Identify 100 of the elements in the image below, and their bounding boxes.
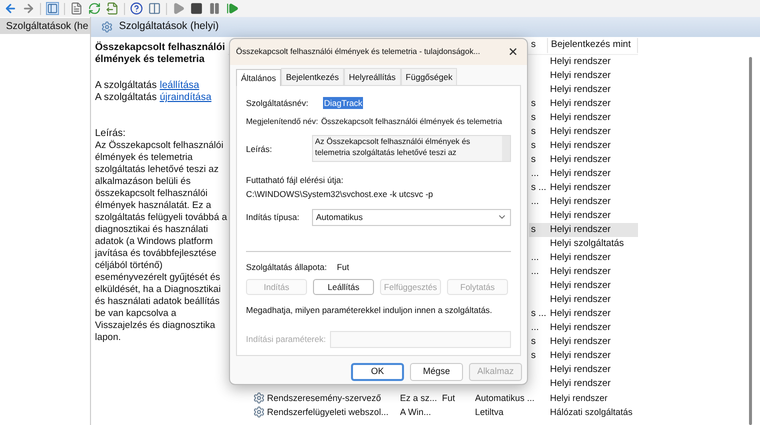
table-cell-text: Helyi rendszer: [549, 392, 608, 405]
table-cell-text: A Win...: [400, 406, 432, 419]
table-cell-text: Helyi rendszer: [549, 139, 611, 153]
table-row[interactable]: s Helyi rendszer: [529, 335, 638, 349]
export-icon[interactable]: [106, 2, 119, 15]
table-row[interactable]: ... Helyi rendszer: [529, 195, 638, 209]
table-cell-text: Helyi rendszer: [549, 363, 611, 377]
table-cell-text: Helyi rendszer: [549, 307, 611, 321]
table-row[interactable]: s Helyi rendszer: [529, 139, 638, 153]
service-title: Összekapcsolt felhasználói élmények és telemetria: [95, 42, 226, 66]
table-row[interactable]: s Helyi rendszer: [529, 153, 638, 167]
table-row[interactable]: s Helyi rendszer: [529, 97, 638, 111]
table-cell-text: s: [530, 97, 536, 111]
table-cell-text: s: [530, 111, 536, 125]
forward-icon[interactable]: [22, 2, 35, 15]
table-cell-text: Helyi rendszer: [549, 125, 611, 139]
table-cell-text: Helyi szolgáltatás: [549, 237, 624, 251]
table-cell-text: Helyi rendszer: [549, 293, 611, 307]
table-cell-text: Letiltva: [475, 406, 504, 419]
table-cell-text: Helyi rendszer: [549, 279, 611, 293]
scrollbar[interactable]: [502, 136, 510, 161]
table-cell-text: Helyi rendszer: [549, 349, 611, 363]
table-cell-text: Helyi rendszer: [549, 167, 611, 181]
table-cell-text: s: [530, 349, 536, 363]
table-row[interactable]: Helyi szolgáltatás: [529, 237, 638, 251]
tab[interactable]: Bejelentkezés: [280, 68, 344, 85]
table-row[interactable]: Helyi rendszer: [529, 363, 638, 377]
action-link[interactable]: leállítása: [160, 80, 200, 92]
column-header[interactable]: Bejelentkezés mint: [548, 38, 638, 53]
table-row[interactable]: Helyi rendszer: [529, 55, 638, 69]
dialog-button[interactable]: Mégse: [410, 363, 463, 381]
path-value: C:\WINDOWS\System32\svchost.exe -k utcsvc -p: [246, 188, 434, 200]
table-cell-text: Helyi rendszer: [549, 377, 611, 391]
table-cell-text: Helyi rendszer: [549, 181, 611, 195]
table-row[interactable]: s Helyi rendszer: [529, 111, 638, 125]
dialog-button[interactable]: OK: [351, 363, 404, 381]
table-cell-text: ...: [530, 265, 539, 279]
table-cell-text: Helyi rendszer: [549, 335, 611, 349]
table-row[interactable]: s ... Helyi rendszer: [529, 181, 638, 195]
table-row[interactable]: ... Helyi rendszer: [529, 167, 638, 181]
table-cell-text: Automatikus ...: [475, 392, 535, 405]
service-button[interactable]: Leállítás: [313, 279, 374, 296]
table-row[interactable]: s Helyi rendszer: [529, 125, 638, 139]
table-row[interactable]: Rendszeresemény-szervező Ez a sz... Fut Automatikus ... Helyi rendszer: [228, 391, 638, 405]
properties-icon[interactable]: [70, 2, 83, 15]
description-text: Az Összekapcsolt felhasználói élmények és telemetria szolgáltatás lehetővé teszi az: [314, 136, 472, 159]
table-row[interactable]: s Helyi rendszer: [529, 223, 638, 237]
table-cell-text: s ...: [530, 307, 546, 321]
tree-item[interactable]: Szolgáltatások (he: [0, 18, 90, 34]
table-cell-text: Helyi rendszer: [549, 195, 611, 209]
gear-icon: [253, 406, 265, 418]
tab[interactable]: Helyreállítás: [344, 68, 401, 85]
close-button[interactable]: ✕: [505, 43, 521, 61]
table-row[interactable]: ... Helyi rendszer: [529, 265, 638, 279]
back-icon[interactable]: [4, 2, 17, 15]
table-cell-text: s: [530, 125, 536, 139]
table-row[interactable]: ... Helyi rendszer: [529, 321, 638, 335]
startup-type-dropdown[interactable]: Automatikus: [312, 208, 511, 226]
scrollbar[interactable]: [749, 57, 752, 425]
tab[interactable]: Általános: [236, 69, 281, 86]
refresh-icon[interactable]: [88, 2, 101, 15]
pause-icon[interactable]: [208, 2, 221, 15]
table-cell-text: Helyi rendszer: [549, 251, 611, 265]
console-tree-icon[interactable]: [46, 2, 59, 15]
view-icon[interactable]: [148, 2, 161, 15]
help-icon[interactable]: [130, 2, 143, 15]
table-cell-text: s: [530, 335, 536, 349]
table-cell-text: Helyi rendszer: [549, 153, 611, 167]
dialog-title: Összekapcsolt felhasználói élmények és telemetria - tulajdonságok...: [236, 46, 482, 58]
tab[interactable]: Függőségek: [400, 68, 458, 85]
service-name-value: DiagTrack: [323, 96, 364, 110]
panel-title: Szolgáltatások (helyi): [119, 19, 219, 34]
table-cell-text: ...: [530, 321, 539, 335]
table-cell-text: Ez a sz...: [400, 392, 438, 405]
table-row[interactable]: s ... Helyi rendszer: [529, 307, 638, 321]
table-row[interactable]: Helyi rendszer: [529, 83, 638, 97]
resume-icon[interactable]: [226, 2, 239, 15]
status-value: Fut: [336, 260, 350, 274]
table-row[interactable]: Helyi rendszer: [529, 209, 638, 223]
table-row[interactable]: s Helyi rendszer: [529, 349, 638, 363]
table-row[interactable]: ... Helyi rendszer: [529, 251, 638, 265]
gear-icon: [101, 21, 113, 33]
table-cell-text: Helyi rendszer: [549, 209, 611, 223]
table-row[interactable]: Helyi rendszer: [529, 69, 638, 83]
table-cell-text: Helyi rendszer: [549, 83, 611, 97]
table-row[interactable]: Rendszerfelügyeleti webszol... A Win... Letiltva Hálózati szolgáltatás: [228, 405, 638, 419]
column-header[interactable]: s: [529, 38, 548, 53]
table-cell-text: s ...: [530, 181, 546, 195]
table-row[interactable]: Helyi rendszer: [529, 377, 638, 391]
display-name-value: Összekapcsolt felhasználói élmények és telemetria: [321, 116, 502, 128]
table-cell-text: s: [530, 153, 536, 167]
table-cell-text: Helyi rendszer: [549, 265, 611, 279]
description-box[interactable]: Az Összekapcsolt felhasználói élmények és telemetria szolgáltatás lehetővé teszi az: [312, 135, 511, 162]
action-link[interactable]: újraindítása: [160, 92, 212, 104]
table-row[interactable]: Helyi rendszer: [529, 279, 638, 293]
field-label: Szolgáltatásnév:: [246, 96, 310, 110]
table-row[interactable]: Helyi rendszer: [529, 293, 638, 307]
table-cell-text: Helyi rendszer: [549, 69, 611, 83]
stop-icon[interactable]: [190, 2, 203, 15]
play-icon[interactable]: [172, 2, 185, 15]
